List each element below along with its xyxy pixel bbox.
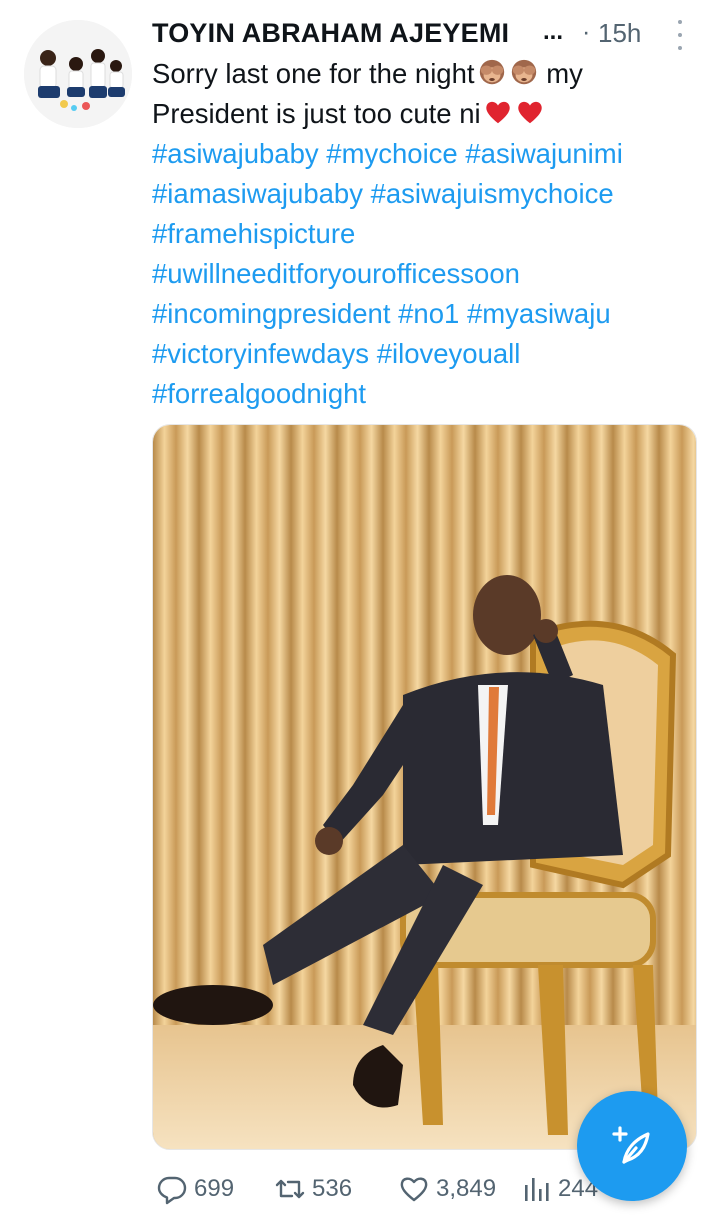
hashtag-line: #framehispicture: [152, 214, 700, 254]
hashtag-line: #forrealgoodnight: [152, 374, 700, 414]
hashtag-link[interactable]: #mychoice: [326, 138, 457, 169]
hashtag-link[interactable]: #myasiwaju: [467, 298, 611, 329]
hashtag-link[interactable]: #asiwajunimi: [465, 138, 622, 169]
hashtag-link[interactable]: #asiwajuismychoice: [371, 178, 614, 209]
man-in-chair-photo: [153, 425, 696, 1149]
hashtag-line: #iamasiwajubaby #asiwajuismychoice: [152, 174, 700, 214]
reply-icon: [157, 1176, 187, 1205]
hashtag-link[interactable]: #forrealgoodnight: [152, 378, 366, 409]
tweet-text-line-2: President is just too cute ni: [152, 94, 700, 134]
hashtag-link[interactable]: #incomingpresident: [152, 298, 390, 329]
tweet-text-line-1: Sorry last one for the night my: [152, 54, 700, 94]
hashtag-link[interactable]: #no1: [398, 298, 459, 329]
family-photo-avatar: [24, 20, 132, 128]
compose-tweet-button[interactable]: [577, 1091, 687, 1201]
see-no-evil-monkey-emoji-icon: [511, 59, 536, 85]
retweet-icon: [275, 1179, 305, 1199]
more-options-icon[interactable]: [668, 20, 692, 50]
tweet-text-part: Sorry last one for the night: [152, 58, 475, 89]
hashtag-line: #asiwajubaby #mychoice #asiwajunimi: [152, 134, 700, 174]
compose-tweet-icon: [612, 1126, 650, 1164]
hashtag-line: #uwillneeditforyourofficessoon: [152, 254, 700, 294]
name-truncation: ...: [543, 18, 564, 45]
reply-count: 699: [194, 1175, 235, 1202]
hashtag-link[interactable]: #victoryinfewdays: [152, 338, 369, 369]
like-count: 3,849: [436, 1175, 497, 1202]
like-button[interactable]: 3,849: [398, 1166, 496, 1212]
hashtag-link[interactable]: #iamasiwajubaby: [152, 178, 363, 209]
heart-icon: [400, 1177, 428, 1202]
hashtag-line: #incomingpresident #no1 #myasiwaju: [152, 294, 700, 334]
author-name[interactable]: TOYIN ABRAHAM AJEYEMI: [152, 18, 509, 49]
reply-button[interactable]: 699: [156, 1166, 234, 1212]
hashtag-link[interactable]: #iloveyouall: [377, 338, 521, 369]
tweet-text-part: President is just too cute ni: [152, 98, 481, 129]
tweet-text: Sorry last one for the night my Presiden…: [152, 54, 700, 414]
separator-dot: ·: [582, 18, 591, 46]
hashtag-line: #victoryinfewdays #iloveyouall: [152, 334, 700, 374]
tweet-timestamp[interactable]: 15h: [598, 18, 641, 49]
tweet-photo[interactable]: [152, 424, 697, 1150]
see-no-evil-monkey-emoji-icon: [479, 59, 504, 85]
hashtag-link[interactable]: #framehispicture: [152, 218, 355, 249]
retweet-button[interactable]: 536: [274, 1166, 352, 1212]
retweet-count: 536: [312, 1175, 353, 1202]
red-heart-emoji-icon: [485, 101, 510, 124]
tweet-header: TOYIN ABRAHAM AJEYEMI ... · 15h: [152, 14, 700, 54]
hashtag-link[interactable]: #uwillneeditforyourofficessoon: [152, 258, 520, 289]
hashtag-link[interactable]: #asiwajubaby: [152, 138, 319, 169]
red-heart-emoji-icon: [517, 101, 542, 124]
analytics-icon: [525, 1178, 549, 1201]
author-avatar[interactable]: [24, 20, 132, 128]
tweet-text-part: my: [546, 58, 583, 89]
